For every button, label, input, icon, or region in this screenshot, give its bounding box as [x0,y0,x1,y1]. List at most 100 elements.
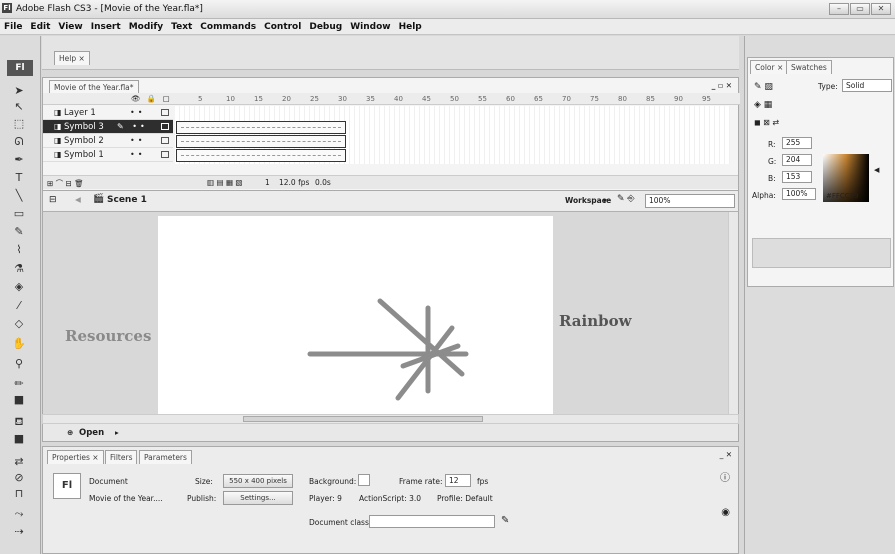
selection-tool-icon[interactable]: ➤ [10,83,28,98]
zoom-select[interactable]: 100% [645,194,735,208]
onion-skin-icon[interactable]: ▥ ▤ ▦ ▧ [207,178,243,187]
r-input[interactable]: 255 [782,137,812,149]
stroke-color-icon[interactable]: ✎ ▨ [754,82,773,92]
hand-tool-icon[interactable]: ✋ [10,336,28,351]
zoom-tool-icon[interactable]: ⚲ [10,356,28,371]
color-reset-icon[interactable]: ◼ ⊠ ⇄ [754,118,779,127]
resources-label[interactable]: Resources [65,327,151,345]
eyedropper-icon[interactable]: ⁄ [10,298,28,313]
minimize-button[interactable]: – [829,3,849,15]
text-tool-icon[interactable]: T [10,170,28,185]
menu-file[interactable]: File [4,22,22,32]
alpha-input[interactable]: 100% [782,188,816,200]
type-select[interactable]: Solid [842,79,892,92]
paint-bucket-icon[interactable]: ◈ [10,279,28,294]
tween-span[interactable] [176,149,346,162]
hex-value[interactable]: #FFCC99 [826,192,859,200]
open-label[interactable]: Open [79,428,104,438]
edit-symbol-icon[interactable]: ✎ ⎆ [617,194,635,204]
tab-properties[interactable]: Properties × [47,450,104,464]
swap-colors-icon[interactable]: ⇄ [10,454,28,469]
menu-insert[interactable]: Insert [91,22,121,32]
edit-class-pencil-icon[interactable]: ✎ [501,515,509,526]
expand-arrow-icon[interactable]: ▸ [115,428,119,437]
tween-span[interactable] [176,135,346,148]
lasso-tool-icon[interactable]: ᘏ [10,134,28,149]
menu-help[interactable]: Help [399,22,422,32]
layer-outline-box[interactable] [161,151,169,158]
eraser-icon[interactable]: ◇ [10,316,28,331]
g-input[interactable]: 204 [782,154,812,166]
brightness-slider-icon[interactable]: ◀ [874,166,879,174]
frame-rate-input[interactable]: 12 [445,474,471,487]
snap-icon[interactable]: ⊓ [10,486,28,501]
scrollbar-thumb[interactable] [243,416,483,422]
stage[interactable] [158,216,553,414]
panel-controls-icon[interactable]: _ ✕ [720,450,732,459]
fill-swatch-icon[interactable]: ■ [10,431,28,446]
scene-name[interactable]: Scene 1 [107,195,147,205]
restore-button[interactable]: ▭ [850,3,870,15]
line-tool-icon[interactable]: ╲ [10,188,28,203]
layer-dots[interactable]: •• [130,108,145,117]
menu-modify[interactable]: Modify [129,22,163,32]
layer-outline-box[interactable] [161,123,169,130]
pencil-tool-icon[interactable]: ✎ [10,224,28,239]
expand-icon[interactable]: ◉ [721,507,730,518]
layer-row-3[interactable]: ◨ Symbol 2 •• [43,134,173,148]
open-icon[interactable]: ⊕ [67,428,73,437]
menu-view[interactable]: View [58,22,82,32]
layer-row-2[interactable]: ◨ Symbol 3 ✎ •• [43,120,173,134]
menu-commands[interactable]: Commands [200,22,256,32]
ink-bottle-icon[interactable]: ⚗ [10,261,28,276]
back-arrow-icon[interactable]: ◀ [75,195,81,204]
panel-controls-icon[interactable]: _ ▫ ✕ [712,81,732,90]
layer-row-4[interactable]: ◨ Symbol 1 •• [43,148,173,162]
background-swatch[interactable] [358,474,370,486]
no-color-icon[interactable]: ⊘ [10,470,28,485]
close-button[interactable]: ✕ [871,3,891,15]
tab-parameters[interactable]: Parameters [139,450,192,464]
menu-debug[interactable]: Debug [309,22,342,32]
stroke-swatch-icon[interactable]: ■ [10,392,28,407]
stroke-color-icon[interactable]: ✏ [10,376,28,391]
layer-dots[interactable]: •• [130,150,145,159]
layer-row-1[interactable]: ◨ Layer 1 •• [43,106,173,120]
menu-edit[interactable]: Edit [30,22,50,32]
vertical-scrollbar[interactable] [728,212,738,414]
tab-filters[interactable]: Filters [105,450,138,464]
rectangle-tool-icon[interactable]: ▭ [10,206,28,221]
subselection-tool-icon[interactable]: ↖ [10,99,28,114]
edit-bar: ⊟ ◀ 🎬 Scene 1 Workspace ▾ ✎ ⎆ 100% [42,191,739,212]
document-class-input[interactable] [369,515,495,528]
layer-outline-box[interactable] [161,109,169,116]
size-button[interactable]: 550 x 400 pixels [223,474,293,488]
add-layer-icon[interactable]: ⊞ ⌒ ⊟ 🗑 [47,178,84,189]
pen-tool-icon[interactable]: ✒ [10,152,28,167]
menu-window[interactable]: Window [350,22,390,32]
fill-color-icon[interactable]: ◈ ▦ [754,100,772,110]
free-transform-icon[interactable]: ⬚ [10,116,28,131]
tween-span[interactable] [176,121,346,134]
layer-outline-box[interactable] [161,137,169,144]
straighten-icon[interactable]: ⇢ [10,524,28,539]
tab-color[interactable]: Color × [750,60,789,74]
horizontal-scrollbar[interactable] [42,414,739,424]
fill-color-icon[interactable]: ⛾ [10,414,28,429]
smooth-icon[interactable]: ⤳ [10,506,28,521]
rainbow-label[interactable]: Rainbow [559,312,632,330]
tab-document[interactable]: Movie of the Year.fla* [49,80,139,94]
tab-help[interactable]: Help × [54,51,90,65]
help-icon[interactable]: ⓘ [720,469,730,484]
menu-control[interactable]: Control [264,22,301,32]
b-input[interactable]: 153 [782,171,812,183]
layer-visibility-icons[interactable]: 👁 🔒 ▢ [131,94,172,103]
layer-dots[interactable]: •• [130,136,145,145]
settings-button[interactable]: Settings... [223,491,293,505]
menu-text[interactable]: Text [171,22,192,32]
dropdown-arrow-icon[interactable]: ▾ [603,196,607,205]
tab-swatches[interactable]: Swatches [786,60,832,74]
timeline-toggle-icon[interactable]: ⊟ [49,195,57,205]
star-graphic[interactable] [158,216,553,414]
brush-tool-icon[interactable]: ⌇ [10,242,28,257]
